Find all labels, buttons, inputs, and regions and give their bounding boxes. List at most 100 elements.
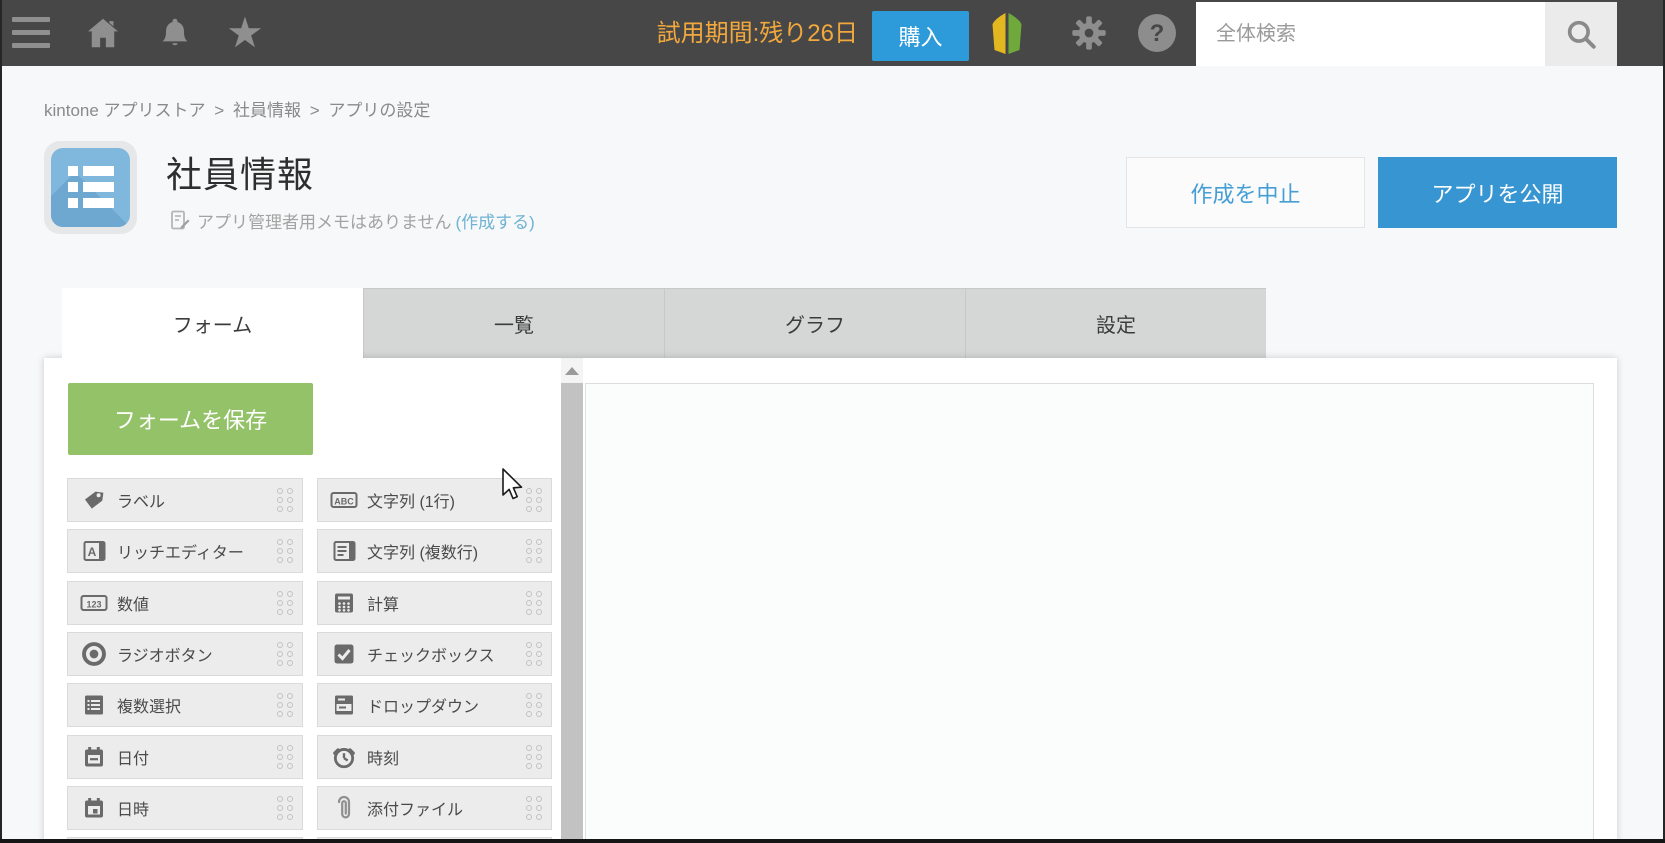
breadcrumb-separator: > xyxy=(214,101,225,120)
palette-field-label: ドロップダウン xyxy=(367,699,480,716)
clock-icon xyxy=(329,744,359,770)
window-border-left xyxy=(0,0,2,843)
svg-text:A: A xyxy=(87,545,96,559)
drag-handle-icon[interactable] xyxy=(526,796,542,820)
svg-text:123: 123 xyxy=(86,600,101,610)
palette-field-tile[interactable]: ラベル xyxy=(67,478,303,522)
drag-handle-icon[interactable] xyxy=(277,488,293,512)
kintone-app-settings-page: ★ 試用期間:残り26日 購入 ? 全体検索 kintone アプリストア > … xyxy=(0,0,1665,843)
multi-select-icon xyxy=(79,693,109,717)
palette-field-tile[interactable]: チェックボックス xyxy=(317,632,552,676)
favorites-star-icon[interactable]: ★ xyxy=(224,12,266,54)
breadcrumb: kintone アプリストア > 社員情報 > アプリの設定 xyxy=(44,96,434,120)
drag-handle-icon[interactable] xyxy=(277,693,293,717)
palette-field-tile[interactable]: A リッチエディター xyxy=(67,529,303,573)
palette-field-label: 日時 xyxy=(117,802,150,819)
palette-scrollbar-thumb[interactable] xyxy=(561,383,583,839)
mouse-cursor-icon xyxy=(502,468,524,506)
menu-icon[interactable] xyxy=(12,17,50,49)
palette-field-label: ラベル xyxy=(117,494,166,511)
tag-icon xyxy=(79,488,109,512)
palette-field-tile[interactable]: 添付ファイル xyxy=(317,786,552,830)
form-editor-card: フォームを保存 ラベル ABC 文字列 (1行) A リッチエディター 文字列 (複数行)… xyxy=(44,358,1617,843)
tab-list[interactable]: 一覧 xyxy=(363,288,664,358)
multiline-text-icon xyxy=(329,539,359,563)
palette-field-label: 文字列 (複数行) xyxy=(367,545,479,562)
save-form-button[interactable]: フォームを保存 xyxy=(68,383,313,455)
rich-editor-icon: A xyxy=(79,539,109,563)
help-icon[interactable]: ? xyxy=(1136,12,1178,54)
palette-field-tile[interactable]: 文字列 (複数行) xyxy=(317,529,552,573)
svg-text:ABC: ABC xyxy=(334,497,354,507)
form-canvas-dropzone[interactable] xyxy=(585,383,1594,843)
dropdown-icon xyxy=(329,693,359,717)
calendar-date-icon xyxy=(79,745,109,769)
svg-text:?: ? xyxy=(1150,20,1165,47)
palette-field-tile[interactable]: 時刻 xyxy=(317,735,552,779)
drag-handle-icon[interactable] xyxy=(526,488,542,512)
scroll-up-button[interactable] xyxy=(561,359,583,382)
palette-field-label: 数値 xyxy=(117,597,150,614)
publish-app-button[interactable]: アプリを公開 xyxy=(1378,157,1617,228)
cancel-creation-button[interactable]: 作成を中止 xyxy=(1126,157,1365,228)
palette-field-tile[interactable]: 日時 xyxy=(67,786,303,830)
palette-field-label: チェックボックス xyxy=(367,648,495,665)
global-search xyxy=(1196,2,1617,66)
palette-field-label: 文字列 (1行) xyxy=(367,494,456,511)
drag-handle-icon[interactable] xyxy=(526,539,542,563)
number-123-icon: 123 xyxy=(79,591,109,615)
breadcrumb-app[interactable]: 社員情報 xyxy=(233,101,301,120)
palette-field-tile[interactable]: 日付 xyxy=(67,735,303,779)
admin-memo-text: アプリ管理者用メモはありません xyxy=(197,212,452,232)
notifications-bell-icon[interactable] xyxy=(154,12,196,54)
home-icon[interactable] xyxy=(82,12,124,54)
drag-handle-icon[interactable] xyxy=(526,745,542,769)
memo-create-link[interactable]: (作成する) xyxy=(456,208,535,233)
palette-field-tile[interactable]: 複数選択 xyxy=(67,683,303,727)
palette-field-tile[interactable]: ドロップダウン xyxy=(317,683,552,727)
palette-field-tile[interactable]: 計算 xyxy=(317,581,552,625)
drag-handle-icon[interactable] xyxy=(526,591,542,615)
breadcrumb-app-store[interactable]: kintone アプリストア xyxy=(44,101,206,120)
abc-icon: ABC xyxy=(329,488,359,512)
beginner-guide-icon[interactable] xyxy=(986,12,1028,54)
calendar-datetime-icon xyxy=(79,796,109,820)
chevron-up-icon xyxy=(565,366,579,375)
app-icon xyxy=(44,141,137,234)
global-topbar: ★ 試用期間:残り26日 購入 ? 全体検索 xyxy=(0,0,1665,66)
buy-button[interactable]: 購入 xyxy=(872,11,969,61)
palette-field-label: 時刻 xyxy=(367,751,400,768)
tab-graph[interactable]: グラフ xyxy=(664,288,965,358)
palette-field-label: ラジオボタン xyxy=(117,648,213,665)
drag-handle-icon[interactable] xyxy=(526,693,542,717)
drag-handle-icon[interactable] xyxy=(526,642,542,666)
drag-handle-icon[interactable] xyxy=(277,539,293,563)
admin-memo-row: アプリ管理者用メモはありません (作成する) xyxy=(170,208,535,232)
palette-field-label: 計算 xyxy=(367,597,400,614)
checkbox-icon xyxy=(329,642,359,666)
search-input[interactable] xyxy=(1196,2,1545,66)
list-glyph-icon xyxy=(68,166,114,214)
drag-handle-icon[interactable] xyxy=(277,796,293,820)
breadcrumb-app-settings[interactable]: アプリの設定 xyxy=(328,101,430,120)
settings-gear-icon[interactable] xyxy=(1068,12,1110,54)
radio-button-icon xyxy=(79,641,109,667)
drag-handle-icon[interactable] xyxy=(277,642,293,666)
breadcrumb-separator: > xyxy=(309,101,320,120)
paperclip-icon xyxy=(329,794,359,822)
page-title: 社員情報 xyxy=(166,154,315,195)
calculator-icon xyxy=(329,591,359,615)
palette-field-tile[interactable]: ラジオボタン xyxy=(67,632,303,676)
drag-handle-icon[interactable] xyxy=(277,591,293,615)
drag-handle-icon[interactable] xyxy=(277,745,293,769)
palette-field-label: 日付 xyxy=(117,751,150,768)
search-icon xyxy=(1567,20,1596,49)
search-button[interactable] xyxy=(1545,2,1617,66)
memo-pencil-icon xyxy=(171,210,190,230)
palette-field-label: 添付ファイル xyxy=(367,802,464,819)
tab-settings[interactable]: 設定 xyxy=(965,288,1266,358)
palette-field-tile[interactable]: 123 数値 xyxy=(67,581,303,625)
window-border-bottom xyxy=(0,839,1665,843)
tab-form[interactable]: フォーム xyxy=(62,288,363,358)
palette-field-label: リッチエディター xyxy=(117,545,244,562)
